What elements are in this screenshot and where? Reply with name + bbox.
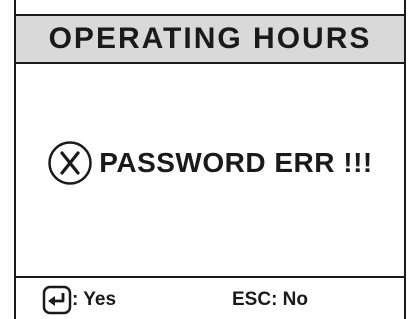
footer-divider <box>16 276 404 278</box>
operating-hours-screen: OPERATING HOURS PASSWORD ERR !!! : Yes E… <box>14 0 406 319</box>
yes-softkey-label: : Yes <box>72 289 117 310</box>
error-message: PASSWORD ERR !!! <box>16 138 404 188</box>
error-message-text: PASSWORD ERR !!! <box>99 147 373 178</box>
header-bar: OPERATING HOURS <box>16 14 404 64</box>
no-softkey-label: ESC: No <box>232 289 308 310</box>
yes-softkey[interactable]: : Yes <box>42 284 116 316</box>
page-title: OPERATING HOURS <box>48 22 372 55</box>
softkey-bar: : Yes ESC: No <box>16 282 404 318</box>
enter-key-icon <box>42 285 72 315</box>
no-softkey[interactable]: ESC: No <box>232 284 308 316</box>
error-x-circle-icon <box>47 140 93 186</box>
